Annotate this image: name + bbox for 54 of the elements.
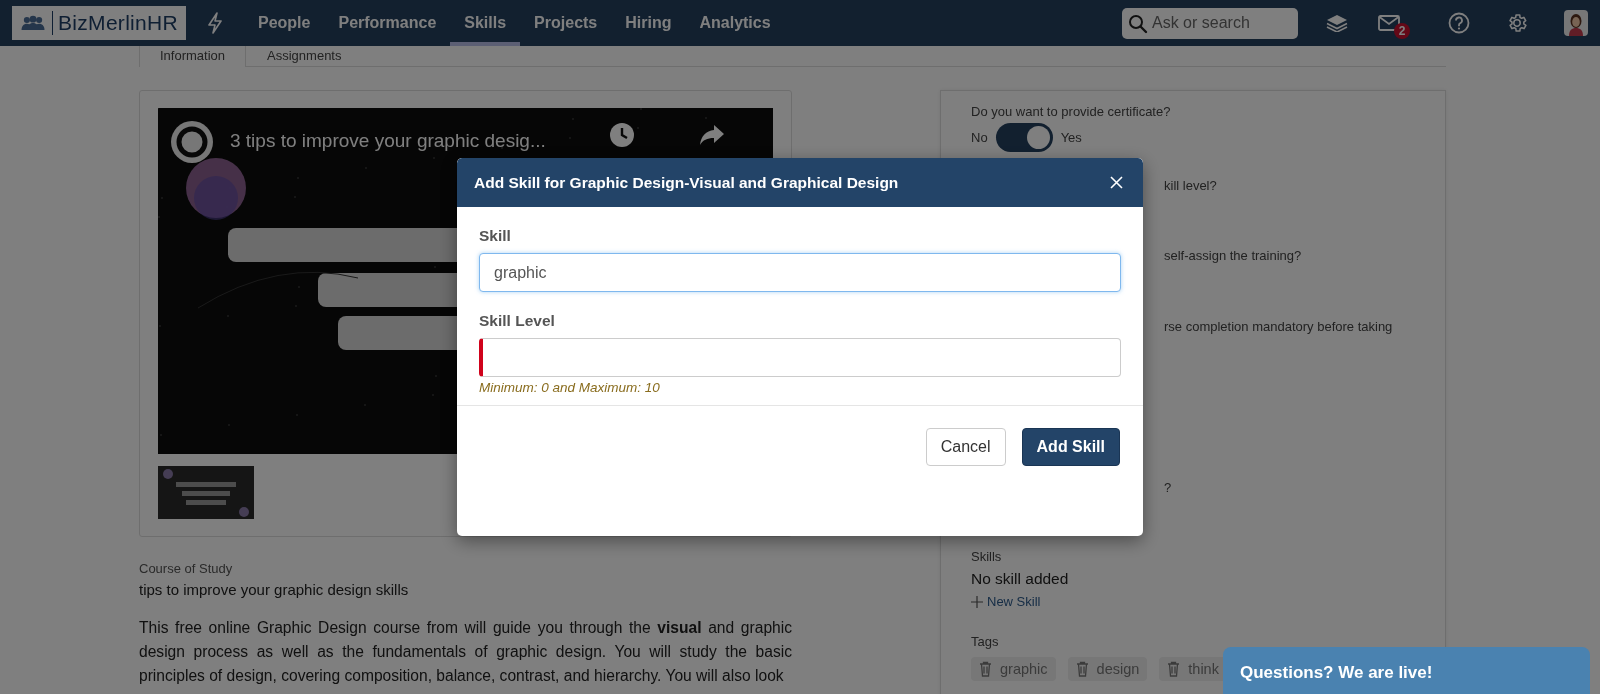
question-label: self-assign the training?: [1164, 248, 1303, 263]
field-label: Skill Level: [479, 312, 556, 330]
input-field[interactable]: graphic: [479, 253, 1121, 292]
video-title[interactable]: 3 tips to improve your graphic desig...: [230, 130, 546, 152]
question-label: kill level?: [1164, 178, 1218, 193]
nav-tab[interactable]: Skills: [450, 0, 521, 46]
tag[interactable]: design: [1067, 657, 1148, 681]
close-icon[interactable]: [1110, 176, 1123, 189]
course-description: This free online Graphic Design course from will guide you through the visual and graphic design process as well as the fundamentals of graphic design. You will study the basic principles of design, covering composition, balance, contrast, and hierarchy. You will also look: [139, 618, 792, 686]
tab[interactable]: Assignments: [246, 46, 363, 66]
lightning-icon[interactable]: [208, 12, 222, 34]
trash-icon[interactable]: [1167, 661, 1181, 677]
settings-icon[interactable]: [1506, 12, 1528, 34]
notification-badge: 2: [1394, 23, 1410, 39]
nav-tab[interactable]: Performance: [324, 0, 451, 46]
avatar[interactable]: [1564, 10, 1588, 36]
add-skill-button[interactable]: Add Skill: [1021, 428, 1120, 466]
field-value: tips to improve your graphic design skills: [139, 581, 410, 598]
empty-message: No skill added: [971, 570, 1070, 588]
logo-text: BizMerlinHR: [52, 11, 178, 35]
question-label: Do you want to provide certificate?: [971, 104, 1172, 119]
nav-tab[interactable]: People: [244, 0, 325, 46]
trash-icon[interactable]: [979, 661, 992, 677]
nav-tab[interactable]: Hiring: [611, 0, 686, 46]
search-field[interactable]: Ask or search: [1122, 7, 1298, 39]
tab[interactable]: Information: [139, 46, 247, 67]
logo[interactable]: BizMerlinHR: [12, 6, 186, 40]
trash-icon[interactable]: [1075, 661, 1089, 677]
channel-avatar-icon[interactable]: [170, 120, 214, 164]
cancel-button[interactable]: Cancel: [925, 428, 1006, 466]
toggle-switch[interactable]: [995, 123, 1053, 152]
tag[interactable]: graphic: [971, 657, 1056, 681]
people-icon: [20, 13, 46, 33]
dialog-title: Add Skill for Graphic Design-Visual and Graphical Design: [474, 173, 899, 192]
help-icon[interactable]: [1448, 12, 1470, 34]
layers-icon[interactable]: [1326, 14, 1348, 32]
share-icon[interactable]: [699, 124, 725, 146]
toggle-label: No: [971, 130, 988, 145]
question-label: ?: [1164, 480, 1173, 495]
new-skill-link[interactable]: New Skill: [971, 594, 1445, 609]
validation-hint: Minimum: 0 and Maximum: 10: [479, 380, 661, 395]
mail-icon[interactable]: [1378, 15, 1400, 31]
toggle-label: Yes: [1060, 130, 1082, 145]
plus-icon: [971, 595, 983, 608]
field-label: Skill: [479, 227, 512, 245]
question-label: rse completion mandatory before taking: [1164, 319, 1394, 334]
chat-button[interactable]: Questions? We are live!: [1223, 647, 1590, 694]
input-field[interactable]: [479, 338, 1121, 377]
field-label: Course of Study: [139, 561, 234, 576]
nav-tab[interactable]: Analytics: [685, 0, 785, 46]
field-label: Skills: [971, 549, 1003, 564]
field-label: Tags: [971, 634, 1000, 649]
clock-icon[interactable]: [609, 122, 635, 148]
nav-tab[interactable]: Projects: [520, 0, 612, 46]
